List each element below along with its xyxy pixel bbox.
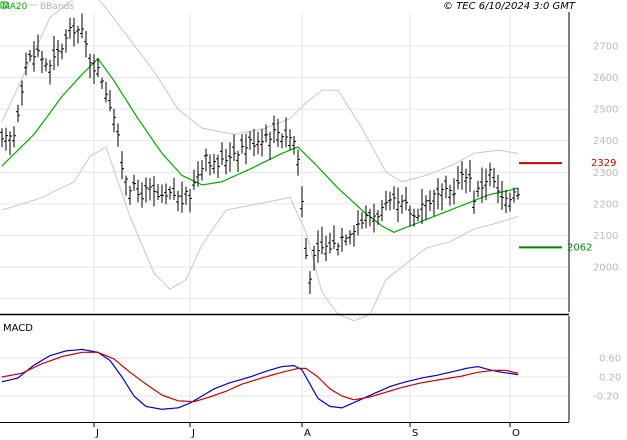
macd-tick-label: 0.60 xyxy=(599,354,621,365)
price-tick-label: 2600 xyxy=(593,73,618,84)
x-tick-label: J xyxy=(191,428,195,439)
macd-title: MACD xyxy=(3,323,33,334)
price-tick-label: 2400 xyxy=(593,136,618,147)
x-tick-label: J xyxy=(95,428,99,439)
price-tick-label: 2700 xyxy=(593,42,618,53)
price-tick-label: 2100 xyxy=(593,231,618,242)
price-tick-label: 2000 xyxy=(593,263,618,274)
legend-bbands: BBands xyxy=(40,2,74,12)
price-tick-label: 2200 xyxy=(593,199,618,210)
x-tick-label: O xyxy=(512,428,520,439)
chart-canvas: 2000 2100 2200 2300 2400 2500 2600 2700 0.60 0.2… xyxy=(0,0,627,440)
x-tick-label: A xyxy=(304,428,311,439)
support-label: 2062 xyxy=(567,242,592,253)
price-tick-label: 2300 xyxy=(593,168,618,179)
macd-tick-label: -0.20 xyxy=(593,392,619,403)
copyright-label: © TEC 6/10/2024 3:0 GMT xyxy=(443,1,576,12)
x-tick-label: S xyxy=(412,428,418,439)
resistance-label: 2329 xyxy=(591,158,616,169)
price-tick-label: 2500 xyxy=(593,105,618,116)
legend-ma20: MA20 xyxy=(2,2,28,12)
macd-tick-label: 0.20 xyxy=(599,373,621,384)
